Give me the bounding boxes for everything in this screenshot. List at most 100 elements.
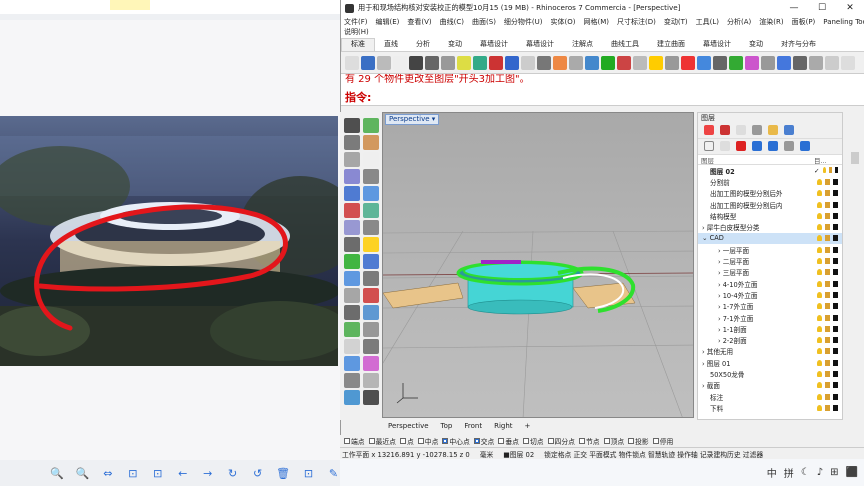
visibility-bulb-icon[interactable] — [817, 235, 822, 242]
delete-layer-icon[interactable] — [736, 141, 746, 151]
palette-tool-icon[interactable] — [344, 305, 360, 320]
previous-arrow-icon[interactable]: ← — [176, 467, 189, 480]
new-layer-icon[interactable] — [704, 141, 714, 151]
lock-icon[interactable] — [825, 314, 830, 321]
layer-row[interactable]: 下料 — [698, 402, 842, 413]
layer-color-swatch[interactable] — [833, 280, 838, 287]
tool-icon[interactable] — [745, 55, 759, 70]
layer-row[interactable]: › 1-1剖面 — [698, 323, 842, 334]
menu-item[interactable]: 编辑(E) — [376, 17, 400, 27]
properties-icon[interactable] — [704, 125, 714, 135]
menu-item[interactable]: 说明(H) — [344, 27, 369, 37]
tool-icon[interactable] — [777, 55, 791, 70]
ime-indicator[interactable]: 中 — [767, 465, 777, 480]
menu-item[interactable]: 实体(O) — [551, 17, 576, 27]
viewport-tab[interactable]: Perspective — [388, 422, 429, 430]
checkbox-icon[interactable] — [498, 438, 505, 444]
menu-item[interactable]: 尺寸标注(D) — [617, 17, 656, 27]
toolbar-tab[interactable]: 幕墙设计 — [694, 39, 740, 51]
layer-row[interactable]: › 一层平面 — [698, 244, 842, 255]
checkbox-icon[interactable] — [603, 438, 610, 444]
osnap-checkbox-8[interactable]: 切点 — [522, 436, 544, 446]
palette-tool-icon[interactable] — [344, 135, 360, 150]
tool-icon[interactable] — [521, 55, 535, 70]
palette-tool-icon[interactable] — [344, 390, 360, 405]
palette-tool-icon[interactable] — [344, 152, 360, 167]
visibility-bulb-icon[interactable] — [817, 201, 822, 208]
menu-item[interactable]: 查看(V) — [407, 17, 431, 27]
layer-color-swatch[interactable] — [833, 190, 838, 197]
lock-icon[interactable] — [825, 269, 830, 276]
osnap-checkbox-12[interactable]: 投影 — [628, 436, 649, 446]
layer-color-swatch[interactable] — [833, 370, 838, 377]
tool-icon[interactable] — [489, 55, 503, 70]
checkbox-icon[interactable] — [399, 438, 406, 444]
checkbox-icon[interactable] — [344, 438, 350, 444]
layer-row[interactable]: 结构模型 — [698, 210, 842, 221]
layer-row[interactable]: › 2-2剖面 — [698, 334, 842, 345]
display-icon[interactable] — [736, 125, 746, 135]
lock-icon[interactable] — [825, 348, 830, 355]
palette-tool-icon[interactable] — [344, 186, 360, 201]
palette-tool-icon[interactable] — [363, 271, 379, 286]
tool-icon[interactable] — [601, 55, 615, 70]
visibility-bulb-icon[interactable] — [817, 303, 822, 310]
mode-toggles[interactable]: 锁定格点 正交 平面模式 物件锁点 智慧轨迹 操作轴 记录建构历史 过滤器 — [544, 449, 763, 459]
lock-icon[interactable] — [825, 382, 830, 389]
rotate-left-icon[interactable]: ↺ — [251, 467, 264, 480]
tool-icon[interactable] — [393, 55, 407, 70]
layer-color-swatch[interactable] — [833, 393, 838, 400]
night-mode-icon[interactable]: ☾ — [801, 467, 810, 478]
menu-item[interactable]: 文件(F) — [344, 17, 368, 27]
layer-color-swatch[interactable] — [833, 246, 838, 253]
command-prompt[interactable]: 指令: — [345, 89, 371, 105]
tool-icon[interactable] — [761, 55, 775, 70]
visibility-bulb-icon[interactable] — [817, 382, 822, 389]
layer-color-swatch[interactable] — [833, 291, 838, 298]
toolbar-tab[interactable]: 建立曲面 — [648, 39, 694, 51]
viewport-tab[interactable]: Right — [494, 422, 512, 430]
visibility-bulb-icon[interactable] — [817, 370, 822, 377]
layer-color-swatch[interactable] — [833, 212, 838, 219]
viewport-tab[interactable]: Top — [441, 422, 453, 430]
palette-tool-icon[interactable] — [363, 356, 379, 371]
palette-tool-icon[interactable] — [363, 237, 379, 252]
layer-color-swatch[interactable] — [834, 166, 838, 173]
visibility-bulb-icon[interactable] — [817, 404, 822, 411]
checkbox-icon[interactable] — [547, 438, 554, 444]
checkbox-icon[interactable] — [473, 438, 480, 444]
tool-icon[interactable] — [809, 55, 823, 70]
visibility-bulb-icon[interactable] — [817, 258, 822, 265]
tool-icon[interactable] — [505, 55, 519, 70]
toolbar-tab[interactable]: 对齐与分布 — [772, 39, 825, 51]
visibility-bulb-icon[interactable] — [817, 348, 822, 355]
layer-color-swatch[interactable] — [833, 359, 838, 366]
layer-row[interactable]: › 7-1外立面 — [698, 312, 842, 323]
edit-icon[interactable]: ✎ — [327, 467, 340, 480]
osnap-checkbox-10[interactable]: 节点 — [578, 436, 600, 446]
tool-icon[interactable] — [553, 55, 567, 70]
move-down-icon[interactable] — [768, 141, 778, 151]
checkbox-icon[interactable] — [417, 438, 424, 444]
layer-row[interactable]: › 二层平面 — [698, 255, 842, 266]
osnap-checkbox-1[interactable]: 端点 — [344, 436, 365, 446]
visibility-bulb-icon[interactable] — [817, 291, 822, 298]
minimize-button[interactable]: — — [780, 3, 808, 13]
toolbar-tab[interactable]: 曲线工具 — [602, 39, 648, 51]
new-sublayer-icon[interactable] — [720, 141, 730, 151]
current-layer-button[interactable]: ■图层 02 — [503, 449, 534, 459]
menu-item[interactable]: 分析(A) — [727, 17, 751, 27]
lock-icon[interactable] — [825, 235, 830, 242]
toolbar-tab[interactable]: 直线 — [375, 39, 407, 51]
layer-row[interactable]: 出加工图的模型分割后外 — [698, 188, 842, 199]
palette-tool-icon[interactable] — [344, 288, 360, 303]
lock-icon[interactable] — [825, 280, 830, 287]
menu-item[interactable]: 变动(T) — [664, 17, 688, 27]
layer-color-swatch[interactable] — [833, 201, 838, 208]
perspective-viewport[interactable]: Perspective ▾ — [382, 112, 694, 418]
palette-tool-icon[interactable] — [344, 237, 360, 252]
osnap-checkbox-11[interactable]: 顶点 — [603, 436, 624, 446]
palette-tool-icon[interactable] — [344, 373, 360, 388]
next-arrow-icon[interactable]: → — [201, 467, 214, 480]
tool-icon[interactable] — [473, 55, 487, 70]
